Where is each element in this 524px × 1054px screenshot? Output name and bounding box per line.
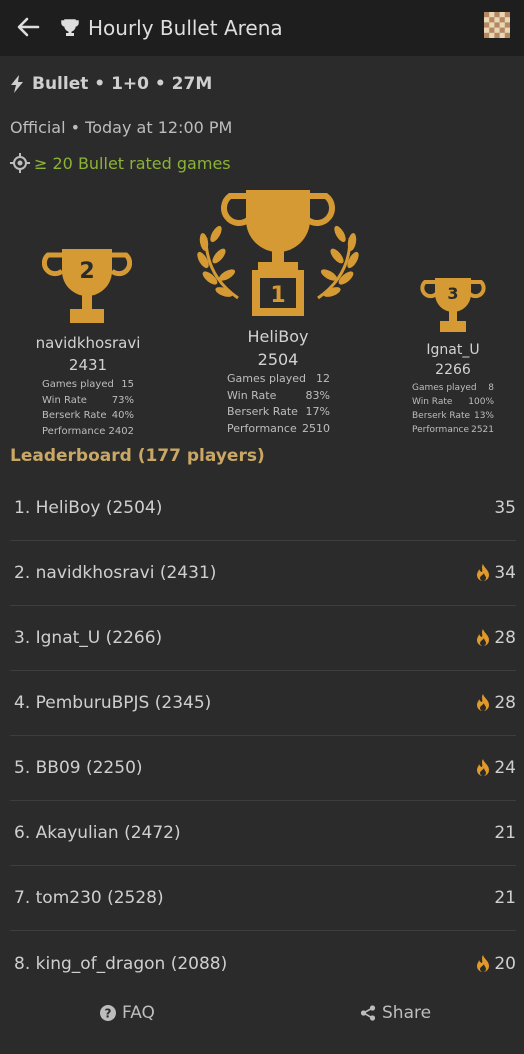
- third-place-trophy: 3: [420, 278, 486, 332]
- leaderboard-player: 1. HeliBoy (2504): [14, 498, 163, 518]
- stat-value-berserk: 17%: [305, 405, 330, 418]
- faq-button[interactable]: ? FAQ: [100, 1003, 155, 1023]
- page-title-group: Hourly Bullet Arena: [60, 0, 283, 56]
- stat-label-performance: Performance: [227, 421, 297, 435]
- leaderboard-score-group: 20: [476, 954, 516, 974]
- leaderboard-player: 5. BB09 (2250): [14, 758, 143, 778]
- stat-value-games: 15: [121, 379, 134, 390]
- stat-value-performance: 2510: [302, 421, 330, 435]
- third-place-rank: 3: [447, 284, 458, 303]
- leaderboard-row[interactable]: 5. BB09 (2250) 24: [10, 736, 516, 801]
- question-circle-icon: ?: [100, 1005, 116, 1021]
- stat-value-winrate: 73%: [111, 394, 134, 406]
- leaderboard-score-group: 21: [494, 888, 516, 908]
- second-place-rating: 2431: [68, 356, 108, 374]
- leaderboard-title: Leaderboard (177 players): [10, 446, 265, 466]
- chessboard-icon[interactable]: [484, 12, 510, 38]
- leaderboard-score: 35: [494, 498, 516, 518]
- stat-value-performance: 2521: [471, 425, 494, 435]
- target-icon: [10, 153, 30, 173]
- leaderboard-score: 20: [494, 953, 516, 974]
- fire-icon: [477, 759, 490, 776]
- condition-text: ≥ 20 Bullet rated games: [34, 153, 231, 173]
- leaderboard-player: 4. PemburuBPJS (2345): [14, 693, 212, 713]
- share-icon: [360, 1005, 376, 1021]
- first-place-rank: 1: [270, 283, 285, 308]
- stat-label-winrate: Win Rate: [227, 388, 277, 402]
- leaderboard-row[interactable]: 4. PemburuBPJS (2345) 28: [10, 671, 516, 736]
- fire-icon: [477, 954, 490, 972]
- second-place-rank: 2: [79, 259, 94, 284]
- stat-value-games: 12: [316, 372, 330, 385]
- schedule-text: Official • Today at 12:00 PM: [10, 118, 233, 137]
- entry-condition: ≥ 20 Bullet rated games: [10, 153, 231, 173]
- share-label: Share: [382, 1003, 432, 1023]
- trophy-icon: [61, 19, 79, 36]
- leaderboard-score: 34: [494, 563, 516, 583]
- first-place-stats: Games played 12 Win Rate 83% Berserk Rate 1…: [227, 371, 330, 437]
- leaderboard-row[interactable]: 7. tom230 (2528) 21: [10, 866, 516, 931]
- back-arrow-icon[interactable]: [14, 13, 42, 41]
- leaderboard-row[interactable]: 2. navidkhosravi (2431) 34: [10, 541, 516, 606]
- stat-label-berserk: Berserk Rate: [227, 405, 298, 418]
- leaderboard-player: 8. king_of_dragon (2088): [14, 953, 228, 974]
- footer-bar: ? FAQ Share: [0, 990, 524, 1036]
- second-place-name[interactable]: navidkhosravi: [20, 334, 156, 352]
- stat-label-berserk: Berserk Rate: [412, 411, 471, 421]
- stat-label-games: Games played: [412, 383, 477, 393]
- stat-label-games: Games played: [227, 372, 307, 385]
- leaderboard-score: 28: [494, 628, 516, 648]
- faq-label: FAQ: [122, 1003, 155, 1023]
- page-title: Hourly Bullet Arena: [88, 16, 283, 40]
- third-place-rating: 2266: [435, 362, 471, 378]
- leaderboard-score-group: 35: [494, 498, 516, 518]
- fire-icon: [477, 629, 490, 646]
- third-place-name[interactable]: Ignat_U: [403, 342, 503, 358]
- first-place-name[interactable]: HeliBoy: [208, 327, 348, 346]
- stat-label-performance: Performance: [42, 425, 106, 437]
- leaderboard-player: 2. navidkhosravi (2431): [14, 563, 217, 583]
- top-bar: Hourly Bullet Arena: [0, 0, 524, 56]
- stat-label-winrate: Win Rate: [42, 394, 87, 406]
- stat-value-berserk: 40%: [111, 410, 134, 421]
- leaderboard-score-group: 24: [476, 758, 516, 778]
- format-text: Bullet • 1+0 • 27M: [32, 74, 213, 94]
- svg-text:?: ?: [105, 1007, 112, 1021]
- lightning-icon: [11, 75, 23, 93]
- leaderboard-row[interactable]: 1. HeliBoy (2504) 35: [10, 476, 516, 541]
- leaderboard-score-group: 21: [494, 823, 516, 843]
- stat-label-winrate: Win Rate: [412, 397, 453, 407]
- stat-label-performance: Performance: [412, 425, 470, 435]
- stat-label-games: Games played: [42, 379, 114, 390]
- leaderboard-player: 7. tom230 (2528): [14, 888, 164, 908]
- stat-value-berserk: 13%: [473, 411, 494, 421]
- share-button[interactable]: Share: [360, 1003, 431, 1023]
- leaderboard-score: 21: [494, 888, 516, 908]
- second-place-stats: Games played 15 Win Rate 73% Berserk Rate 4…: [42, 377, 134, 439]
- stat-value-winrate: 83%: [305, 388, 330, 402]
- leaderboard-row[interactable]: 3. Ignat_U (2266) 28: [10, 606, 516, 671]
- leaderboard-score-group: 28: [476, 628, 516, 648]
- leaderboard-player: 3. Ignat_U (2266): [14, 628, 163, 648]
- first-place-rating: 2504: [257, 350, 299, 369]
- third-place-stats: Games played 8 Win Rate 100% Berserk Rate 1…: [412, 381, 494, 437]
- first-place-trophy: 1: [197, 190, 359, 316]
- leaderboard-list: 1. HeliBoy (2504) 35 2. navidkhosravi (243…: [10, 476, 516, 996]
- second-place-trophy: 2: [42, 249, 132, 323]
- stat-label-berserk: Berserk Rate: [42, 410, 107, 421]
- leaderboard-score: 21: [494, 823, 516, 843]
- tournament-format: Bullet • 1+0 • 27M: [10, 74, 514, 94]
- leaderboard-row[interactable]: 6. Akayulian (2472) 21: [10, 801, 516, 866]
- leaderboard-score: 28: [494, 693, 516, 713]
- leaderboard-score-group: 34: [476, 563, 516, 583]
- leaderboard-score: 24: [494, 758, 516, 778]
- leaderboard-player: 6. Akayulian (2472): [14, 823, 181, 843]
- leaderboard-row[interactable]: 8. king_of_dragon (2088) 20: [10, 931, 516, 996]
- stat-value-performance: 2402: [108, 425, 134, 437]
- fire-icon: [477, 694, 490, 711]
- stat-value-games: 8: [488, 383, 494, 393]
- leaderboard-score-group: 28: [476, 693, 516, 713]
- stat-value-winrate: 100%: [468, 397, 494, 407]
- fire-icon: [477, 564, 490, 581]
